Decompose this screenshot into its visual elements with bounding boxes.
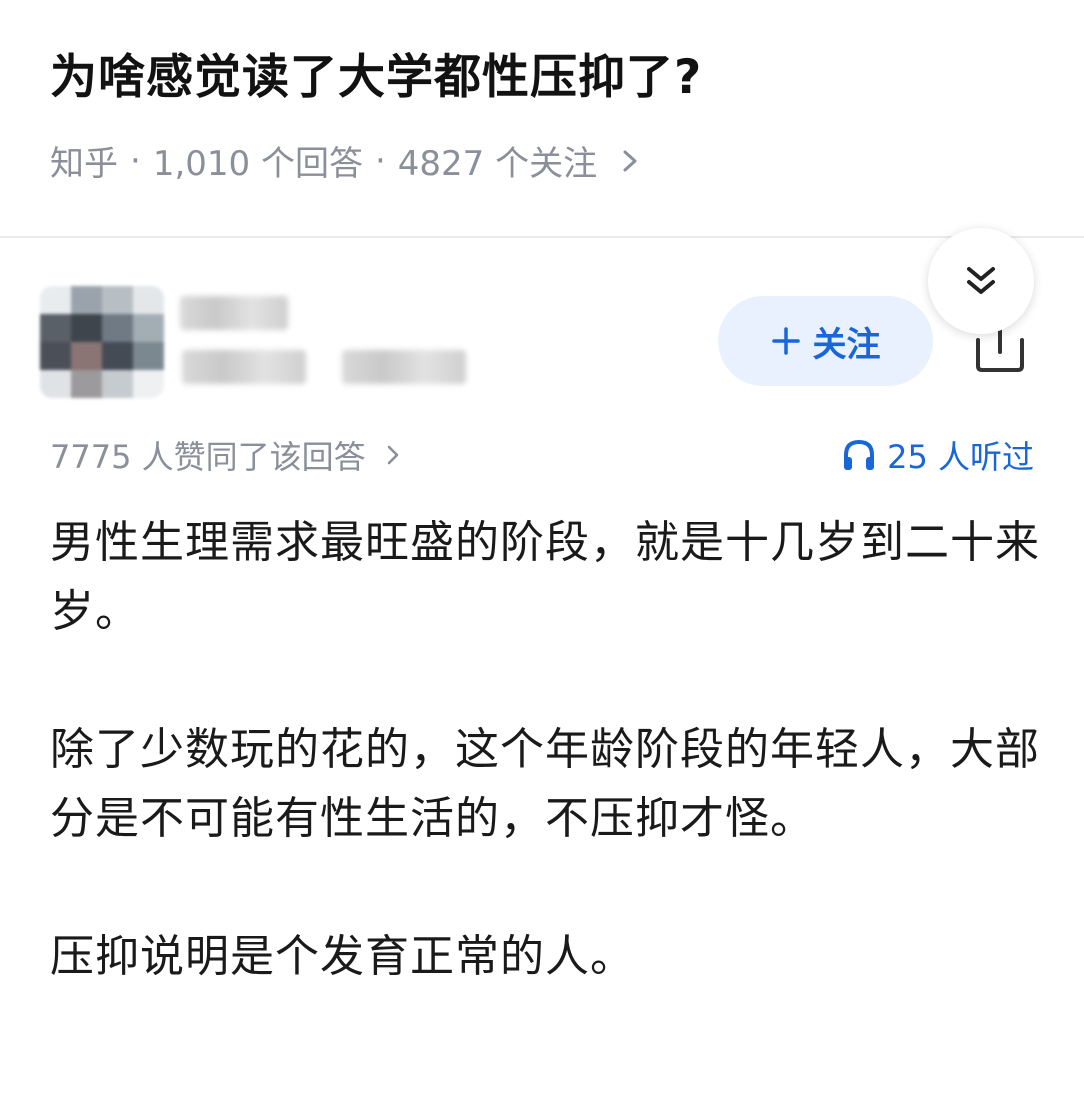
upvote-label: 7775 人赞同了该回答: [50, 438, 366, 476]
answer-paragraph: 除了少数玩的花的，这个年龄阶段的年轻人，大部分是不可能有性生活的，不压抑才怪。: [50, 724, 1040, 844]
divider: [0, 236, 1084, 238]
meta-separator: ·: [374, 140, 386, 181]
listen-count[interactable]: 25 人听过: [841, 432, 1034, 478]
plus-icon: [771, 327, 800, 355]
follow-label: 关注: [812, 324, 881, 365]
answers-count: 1,010 个回答: [152, 144, 363, 184]
answer-paragraph: 男性生理需求最旺盛的阶段，就是十几岁到二十来岁。: [50, 517, 1040, 637]
author-bio-redacted: [342, 350, 466, 384]
meta-separator: ·: [130, 140, 141, 181]
question-title[interactable]: 为啥感觉读了大学都性压抑了?: [50, 38, 702, 107]
double-chevron-down-icon: [967, 267, 995, 294]
author-bio-redacted: [182, 350, 306, 384]
author-name-redacted[interactable]: [180, 296, 288, 330]
answer-paragraph: 压抑说明是个发育正常的人。: [50, 931, 635, 982]
avatar[interactable]: [40, 286, 164, 398]
chevron-right-icon: [387, 445, 398, 465]
chevron-right-icon: [623, 150, 637, 171]
followers-count: 4827 个关注: [397, 144, 598, 184]
upvote-count[interactable]: 7775 人赞同了该回答: [50, 432, 406, 478]
listen-label: 25 人听过: [887, 438, 1034, 476]
follow-button[interactable]: 关注: [718, 296, 933, 386]
headphones-icon: [844, 439, 875, 470]
collapse-button[interactable]: [928, 228, 1034, 334]
source-label: 知乎: [50, 144, 118, 184]
question-meta[interactable]: 知乎 · 1,010 个回答 · 4827 个关注: [50, 136, 645, 185]
answer-content[interactable]: 男性生理需求最旺盛的阶段，就是十几岁到二十来岁。 除了少数玩的花的，这个年龄阶段…: [50, 508, 1040, 1060]
